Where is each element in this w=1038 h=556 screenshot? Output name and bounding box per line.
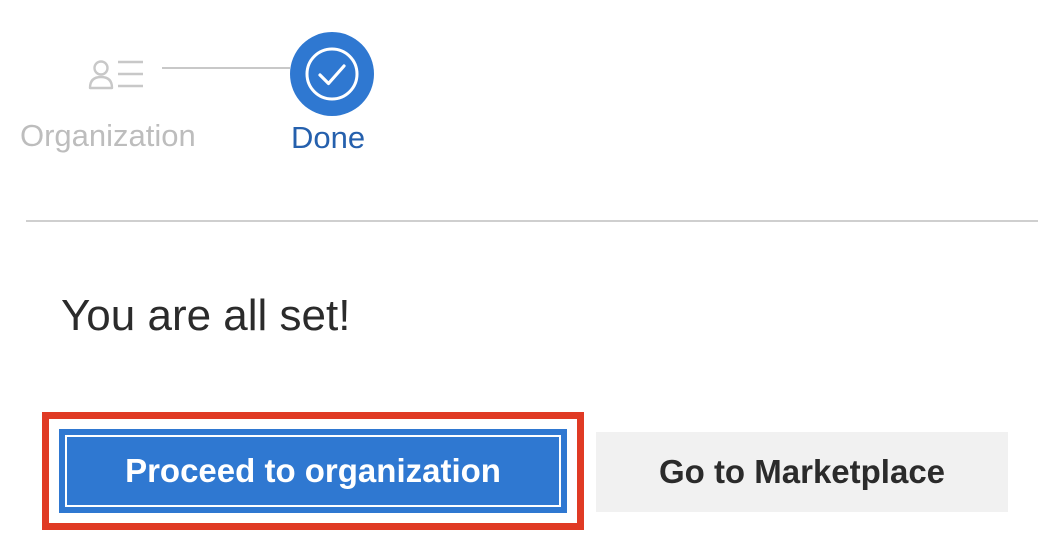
checkmark-icon — [305, 47, 359, 101]
go-to-marketplace-button[interactable]: Go to Marketplace — [596, 432, 1008, 512]
focus-ring: Proceed to organization — [65, 435, 561, 507]
step-label-done: Done — [291, 120, 366, 155]
marketplace-button-label: Go to Marketplace — [658, 453, 946, 490]
proceed-to-organization-button[interactable]: Proceed to organization — [59, 429, 567, 513]
step-connector — [162, 67, 290, 69]
step-label-organization: Organization — [20, 118, 196, 153]
step-done-indicator — [290, 32, 374, 116]
page-heading: You are all set! — [61, 291, 351, 340]
proceed-button-label: Proceed to organization — [125, 452, 501, 489]
organization-list-icon — [88, 58, 146, 92]
section-divider — [26, 220, 1038, 222]
